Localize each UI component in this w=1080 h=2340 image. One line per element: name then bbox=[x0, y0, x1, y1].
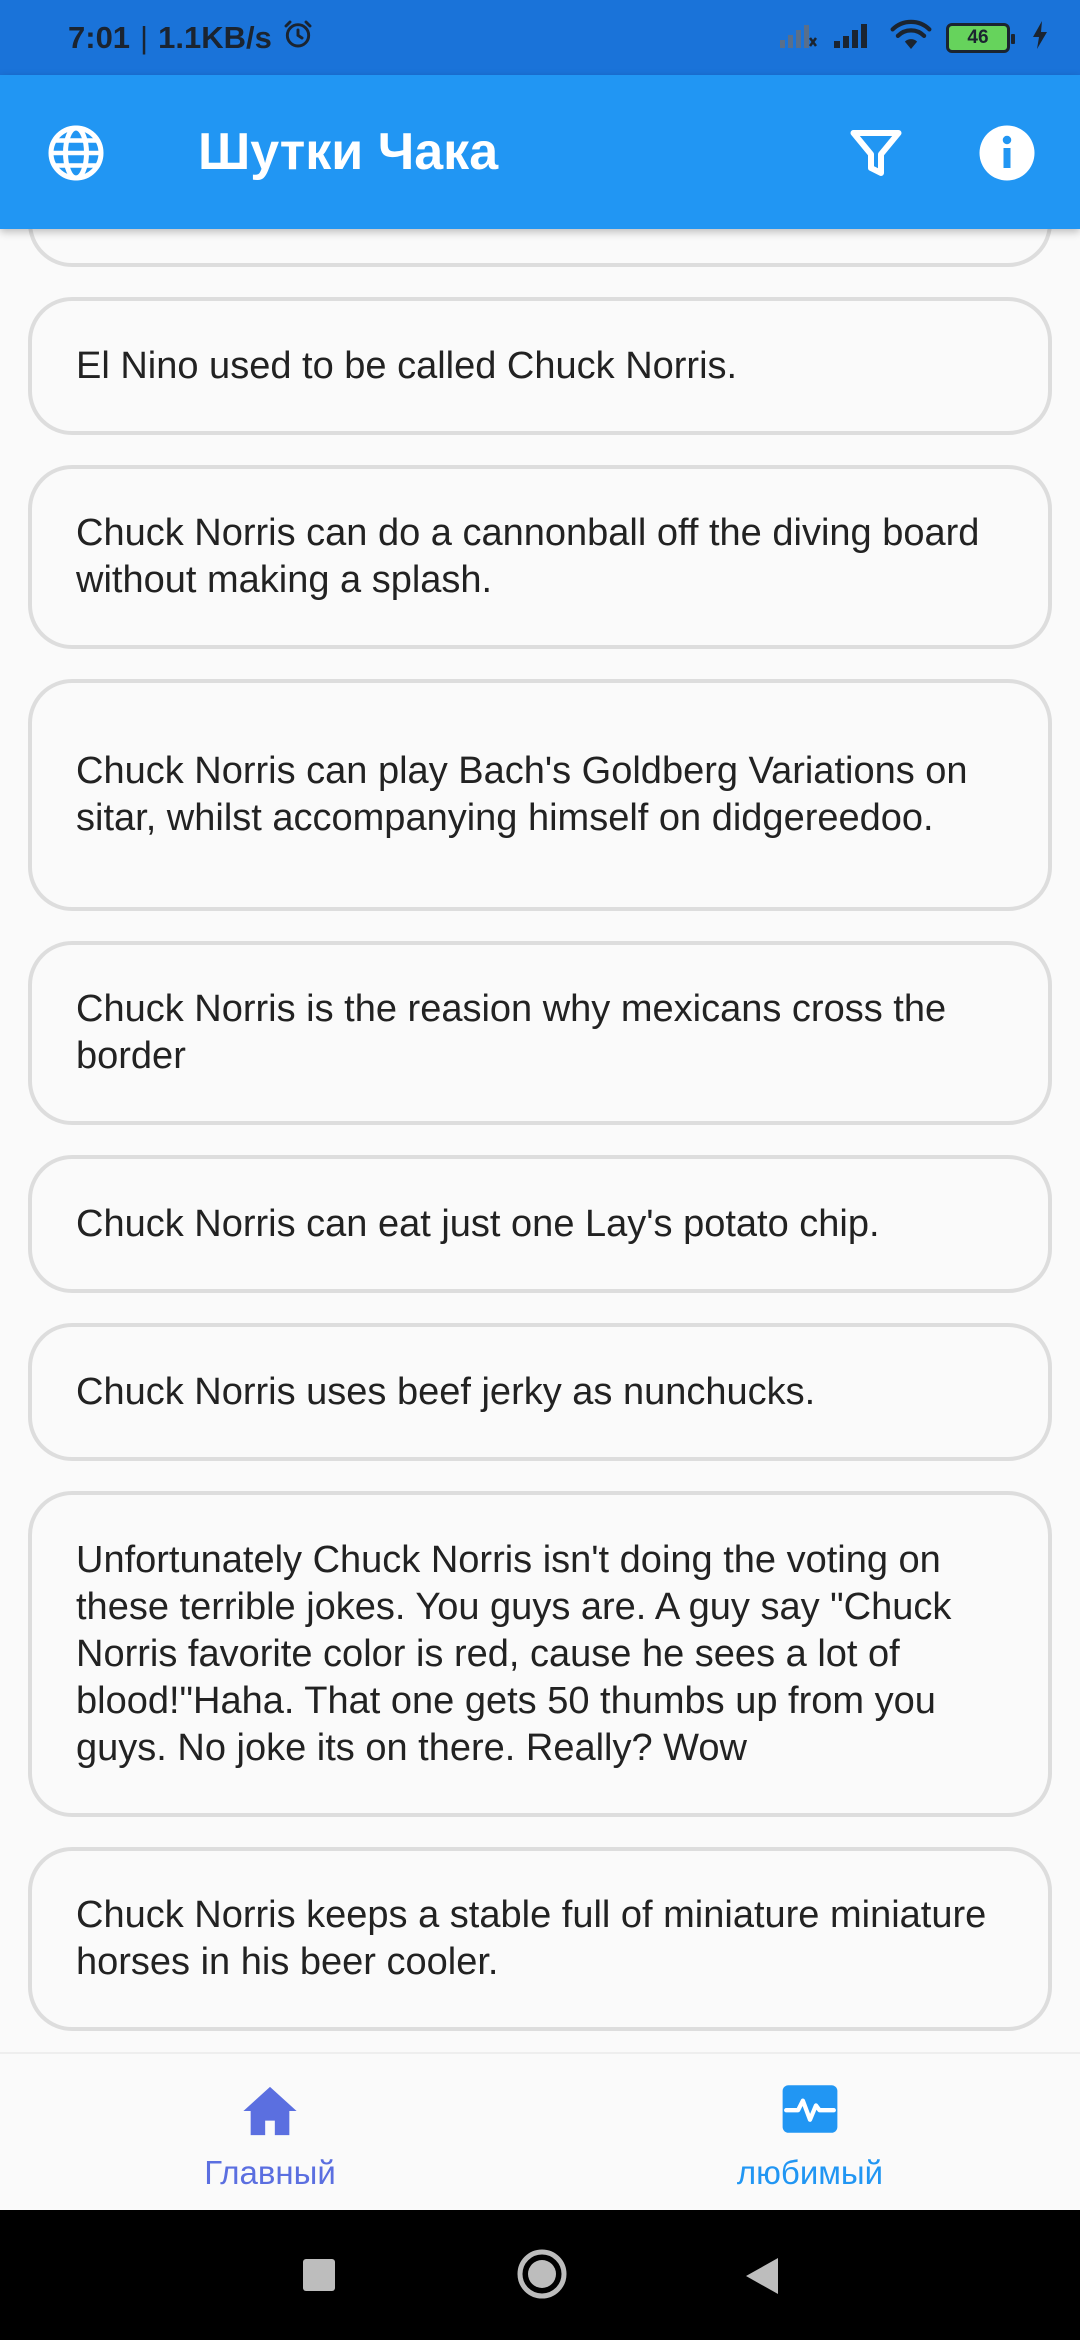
joke-text: Unfortunately Chuck Norris isn't doing t… bbox=[76, 1538, 952, 1769]
status-separator: | bbox=[140, 19, 149, 55]
recent-apps-button[interactable] bbox=[302, 2258, 336, 2297]
joke-card[interactable]: Chuck Norris is the reasion why mexicans… bbox=[28, 941, 1052, 1125]
home-icon bbox=[241, 2084, 299, 2143]
joke-card[interactable] bbox=[28, 229, 1052, 267]
joke-text: Chuck Norris keeps a stable full of mini… bbox=[76, 1894, 987, 1983]
status-net-speed: 1.1KB/s bbox=[158, 19, 272, 55]
activity-monitor-icon bbox=[781, 2084, 839, 2139]
joke-text: Chuck Norris can do a cannonball off the… bbox=[76, 512, 980, 601]
nav-favorites-label: любимый bbox=[736, 2154, 884, 2191]
back-button[interactable] bbox=[744, 2256, 780, 2301]
joke-card[interactable]: Chuck Norris uses beef jerky as nunchuck… bbox=[28, 1323, 1052, 1461]
joke-list[interactable]: El Nino used to be called Chuck Norris. … bbox=[0, 229, 1080, 2052]
signal-icon bbox=[832, 20, 876, 55]
filter-icon[interactable] bbox=[846, 123, 906, 183]
joke-card[interactable]: Chuck Norris can eat just one Lay's pota… bbox=[28, 1155, 1052, 1293]
status-bar: 7:01 | 1.1KB/s 46 bbox=[0, 0, 1080, 75]
joke-text: Chuck Norris is the reasion why mexicans… bbox=[76, 988, 947, 1077]
status-right: 46 bbox=[778, 19, 1050, 56]
system-navigation-bar bbox=[0, 2210, 1080, 2340]
battery-indicator: 46 bbox=[946, 22, 1015, 53]
signal-weak-icon bbox=[778, 20, 818, 55]
joke-text: Chuck Norris can eat just one Lay's pota… bbox=[76, 1202, 880, 1245]
joke-card[interactable]: Chuck Norris can play Bach's Goldberg Va… bbox=[28, 679, 1052, 911]
bottom-navigation: Главный любимый bbox=[0, 2052, 1080, 2210]
status-left: 7:01 | 1.1KB/s bbox=[68, 18, 314, 58]
screen: 7:01 | 1.1KB/s 46 Шутки Чака El Nino use… bbox=[0, 0, 1080, 2340]
joke-card[interactable]: Unfortunately Chuck Norris isn't doing t… bbox=[28, 1491, 1052, 1817]
status-time: 7:01 bbox=[68, 19, 131, 55]
joke-text: El Nino used to be called Chuck Norris. bbox=[76, 344, 738, 387]
alarm-icon bbox=[282, 18, 314, 58]
nav-home[interactable]: Главный bbox=[120, 2054, 420, 2212]
nav-home-label: Главный bbox=[204, 2154, 336, 2191]
joke-card[interactable]: Chuck Norris can do a cannonball off the… bbox=[28, 465, 1052, 649]
joke-card[interactable]: El Nino used to be called Chuck Norris. bbox=[28, 297, 1052, 435]
joke-text: Chuck Norris can play Bach's Goldberg Va… bbox=[76, 750, 968, 839]
joke-text: Chuck Norris uses beef jerky as nunchuck… bbox=[76, 1370, 816, 1413]
info-icon[interactable] bbox=[977, 123, 1037, 183]
app-bar: Шутки Чака bbox=[0, 75, 1080, 229]
home-button[interactable] bbox=[516, 2248, 568, 2305]
wifi-icon bbox=[890, 19, 932, 56]
joke-card[interactable]: Chuck Norris keeps a stable full of mini… bbox=[28, 1847, 1052, 2031]
charging-icon bbox=[1030, 20, 1050, 55]
nav-favorites[interactable]: любимый bbox=[660, 2054, 960, 2212]
globe-icon[interactable] bbox=[46, 123, 106, 183]
page-title: Шутки Чака bbox=[198, 123, 499, 181]
